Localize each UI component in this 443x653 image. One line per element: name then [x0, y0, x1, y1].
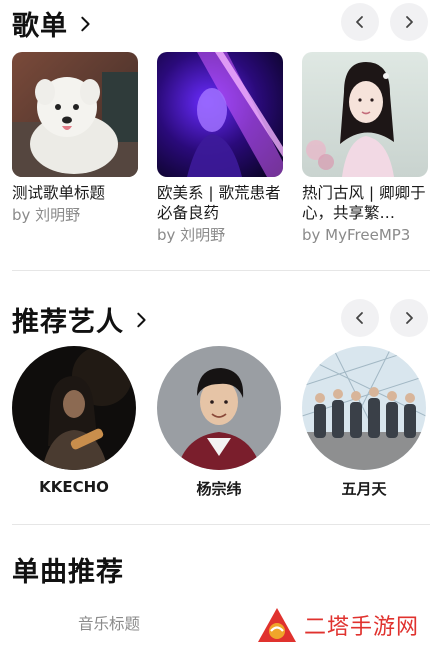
songs-title: 单曲推荐 [12, 557, 124, 588]
artists-next-button[interactable] [390, 299, 428, 337]
artist-name: KKECHO [39, 478, 109, 496]
playlist-title: 欧美系 | 歌荒患者必备良药 [157, 184, 281, 222]
playlist-card[interactable]: 欧美系 | 歌荒患者必备良药 by 刘明野 [157, 52, 283, 245]
chevron-right-icon [406, 16, 413, 28]
playlist-card[interactable]: 热门古风 | 卿卿于心，共享繁… by MyFreeMP3 [302, 52, 428, 245]
artists-prev-button[interactable] [341, 299, 379, 337]
chevron-right-icon [406, 312, 413, 324]
songs-header: 单曲推荐 [12, 550, 124, 589]
playlist-author: by 刘明野 [157, 226, 226, 244]
watermark-logo-icon [258, 608, 296, 642]
artists-header[interactable]: 推荐艺人 [12, 300, 150, 339]
playlist-title: 测试歌单标题 [12, 184, 106, 202]
artist-avatar [157, 346, 281, 470]
chevron-left-icon [356, 16, 363, 28]
artist-card[interactable]: KKECHO [11, 346, 137, 496]
playlist-cover-image [157, 52, 283, 177]
playlists-header[interactable]: 歌单 [12, 4, 94, 43]
watermark: 二塔手游网 [256, 606, 419, 644]
playlist-title: 热门古风 | 卿卿于心，共享繁… [302, 184, 426, 222]
chevron-left-icon [356, 312, 363, 324]
song-title[interactable]: 音乐标题 [78, 612, 140, 634]
playlist-cover-image [12, 52, 138, 177]
chevron-right-icon [81, 16, 90, 31]
artist-card[interactable]: 五月天 [301, 346, 427, 499]
artists-title: 推荐艺人 [12, 307, 124, 338]
playlist-author: by 刘明野 [12, 206, 81, 224]
artist-name: 杨宗纬 [196, 480, 242, 498]
playlists-next-button[interactable] [390, 3, 428, 41]
playlists-prev-button[interactable] [341, 3, 379, 41]
playlist-card[interactable]: 测试歌单标题 by 刘明野 [12, 52, 138, 225]
artist-avatar [302, 346, 426, 470]
divider [12, 524, 430, 525]
playlist-author: by MyFreeMP3 [302, 226, 411, 244]
chevron-right-icon [137, 312, 146, 327]
artist-avatar [12, 346, 136, 470]
watermark-text: 二塔手游网 [304, 615, 420, 640]
artist-name: 五月天 [341, 480, 387, 498]
divider [12, 270, 430, 271]
playlists-title: 歌单 [12, 11, 68, 42]
playlist-cover-image [302, 52, 428, 177]
artist-card[interactable]: 杨宗纬 [156, 346, 282, 499]
